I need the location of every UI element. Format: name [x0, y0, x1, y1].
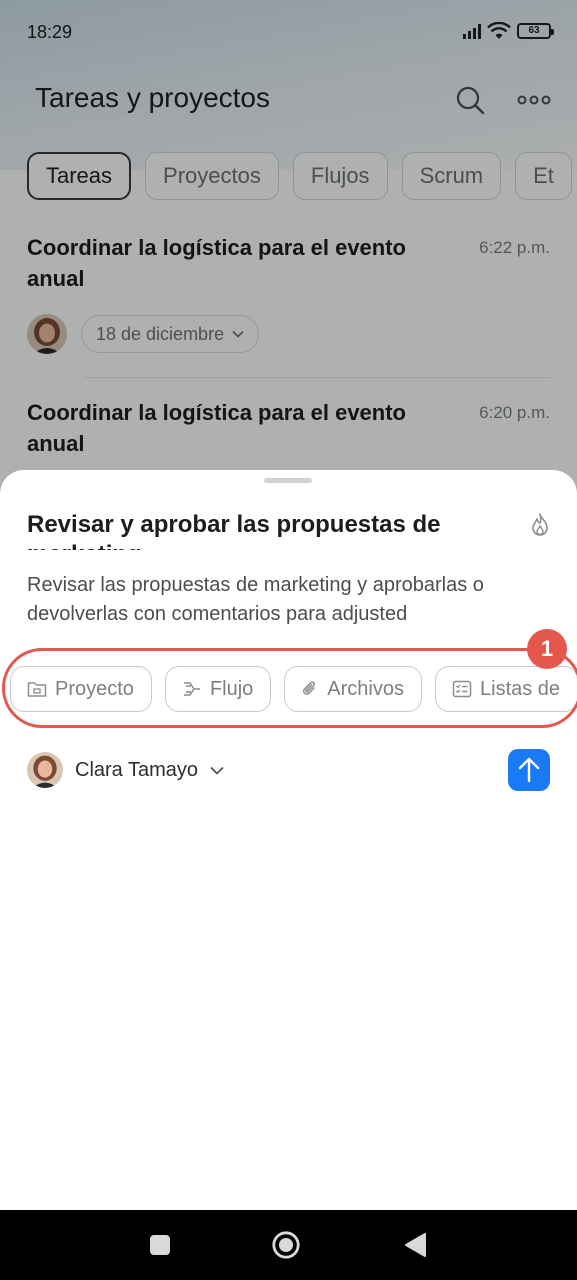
new-task-sheet: Revisar y aprobar las propuestas de mark…	[0, 470, 577, 1210]
step-badge: 1	[527, 629, 567, 669]
avatar	[27, 752, 63, 788]
chevron-down-icon	[210, 766, 224, 775]
attribute-chips: Proyecto Flujo Archivos Listas de	[10, 666, 577, 712]
assignee-selector[interactable]: Clara Tamayo	[27, 752, 224, 788]
files-chip[interactable]: Archivos	[284, 666, 422, 712]
home-button[interactable]	[271, 1230, 301, 1260]
paperclip-icon	[303, 681, 316, 695]
chip-label: Proyecto	[55, 677, 134, 700]
flow-icon	[183, 682, 200, 696]
arrow-up-icon	[518, 757, 540, 783]
sheet-grabber[interactable]	[264, 478, 312, 483]
checklist-chip[interactable]: Listas de	[435, 666, 577, 712]
system-nav-bar	[0, 1210, 577, 1280]
back-triangle-icon	[405, 1233, 426, 1257]
chip-label: Listas de	[480, 677, 561, 700]
task-list-screen: 18:29 63 Tareas y proyectos Tareas Proye…	[0, 0, 577, 520]
assignee-name: Clara Tamayo	[75, 758, 199, 781]
flow-chip[interactable]: Flujo	[164, 666, 272, 712]
task-title-field[interactable]: Revisar y aprobar las propuestas de mark…	[27, 510, 507, 550]
project-chip[interactable]: Proyecto	[10, 666, 152, 712]
chip-label: Archivos	[327, 677, 404, 700]
chip-label: Flujo	[209, 677, 254, 700]
home-circle-icon	[272, 1231, 300, 1259]
modal-scrim[interactable]	[0, 0, 577, 520]
flame-icon[interactable]	[528, 512, 552, 538]
recents-button[interactable]	[145, 1230, 175, 1260]
folder-icon	[27, 682, 47, 697]
sheet-title: Revisar y aprobar las propuestas de mark…	[27, 511, 441, 550]
square-icon	[150, 1235, 170, 1255]
send-button[interactable]	[508, 749, 550, 791]
checklist-icon	[452, 680, 472, 698]
task-description-field[interactable]: Revisar las propuestas de marketing y ap…	[27, 571, 547, 629]
back-button[interactable]	[400, 1230, 430, 1260]
